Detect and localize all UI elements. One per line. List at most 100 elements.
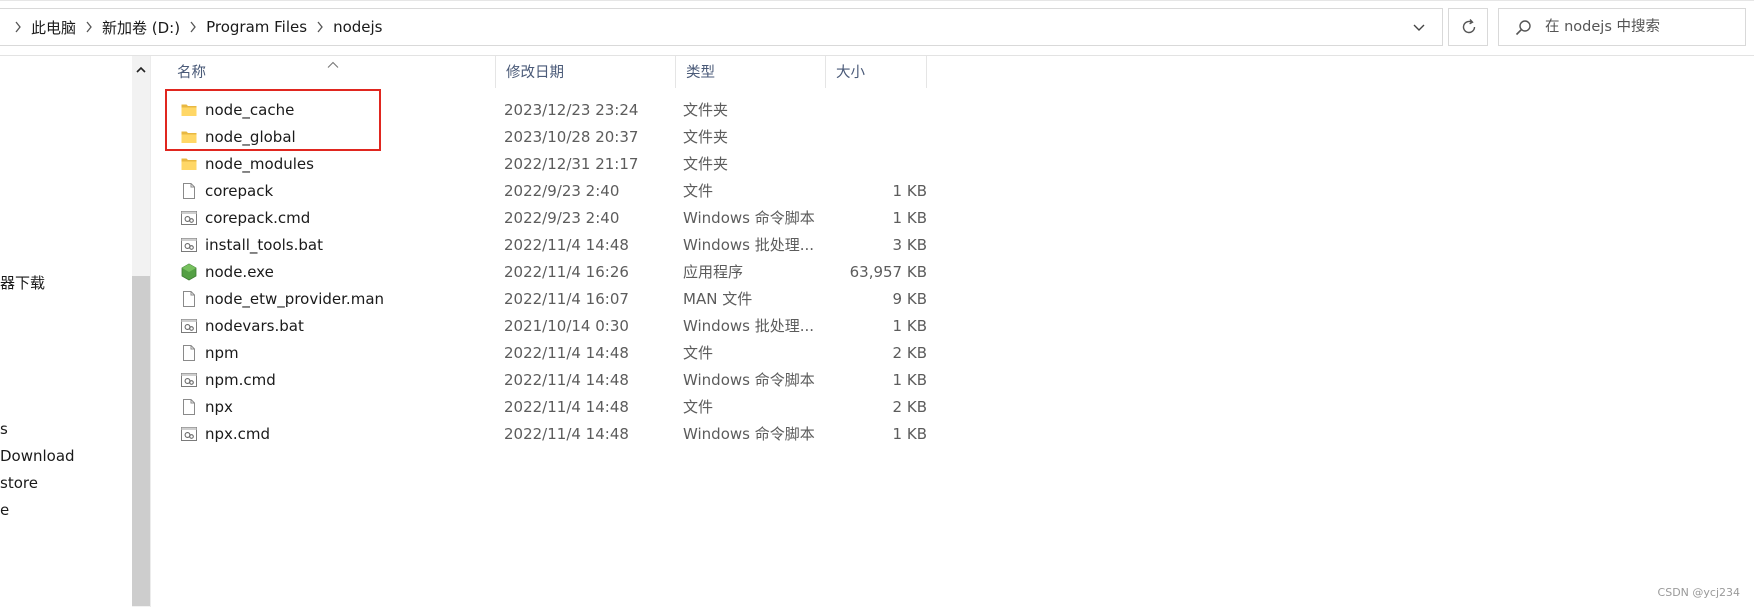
file-name: node_global (205, 128, 296, 146)
script-icon (180, 425, 198, 443)
column-header-type[interactable]: 类型 (676, 56, 826, 88)
file-type: 应用程序 (683, 263, 744, 281)
script-icon (180, 209, 198, 227)
chevron-right-icon[interactable] (313, 21, 327, 33)
search-icon (1515, 20, 1531, 36)
column-headers: 名称 修改日期 类型 大小 (151, 56, 1754, 88)
file-row[interactable]: node.exe 2022/11/4 16:26 应用程序 63,957 KB (151, 259, 931, 286)
column-header-date[interactable]: 修改日期 (496, 56, 676, 88)
search-input[interactable] (1545, 16, 1735, 38)
file-icon (180, 290, 198, 308)
nav-scrollbar[interactable] (132, 56, 150, 607)
file-date: 2022/11/4 16:07 (504, 290, 629, 308)
breadcrumb-item-drive-d[interactable]: 新加卷 (D:) (102, 17, 180, 38)
file-list: node_cache 2023/12/23 23:24 文件夹 node_global… (151, 97, 931, 448)
breadcrumb-item-nodejs[interactable]: nodejs (333, 18, 382, 36)
file-size: 3 KB (892, 236, 927, 254)
scrollbar-thumb[interactable] (132, 276, 150, 606)
file-date: 2022/9/23 2:40 (504, 209, 620, 227)
search-box[interactable] (1498, 8, 1746, 46)
node-app-icon (180, 263, 198, 281)
file-name: corepack.cmd (205, 209, 311, 227)
file-name: node_modules (205, 155, 314, 173)
chevron-right-icon[interactable] (82, 21, 96, 33)
folder-icon (180, 128, 198, 146)
nav-item-store[interactable]: store (0, 474, 38, 492)
file-type: Windows 批处理... (683, 317, 815, 335)
file-date: 2022/11/4 14:48 (504, 425, 629, 443)
chevron-right-icon[interactable] (11, 21, 25, 33)
chevron-up-icon[interactable] (135, 61, 147, 73)
file-size: 1 KB (892, 317, 927, 335)
file-date: 2022/11/4 14:48 (504, 236, 629, 254)
file-row[interactable]: node_modules 2022/12/31 21:17 文件夹 (151, 151, 931, 178)
nav-item-downloads[interactable]: 器下载 (0, 272, 45, 293)
file-row[interactable]: node_global 2023/10/28 20:37 文件夹 (151, 124, 931, 151)
file-size: 1 KB (892, 182, 927, 200)
file-row[interactable]: corepack.cmd 2022/9/23 2:40 Windows 命令脚本 1 … (151, 205, 931, 232)
file-date: 2021/10/14 0:30 (504, 317, 629, 335)
file-icon (180, 344, 198, 362)
file-size: 2 KB (892, 398, 927, 416)
file-row[interactable]: npm.cmd 2022/11/4 14:48 Windows 命令脚本 1 KB (151, 367, 931, 394)
nav-item-download[interactable]: Download (0, 447, 75, 465)
breadcrumb-item-program-files[interactable]: Program Files (206, 18, 307, 36)
refresh-button[interactable] (1448, 8, 1488, 46)
chevron-down-icon[interactable] (1409, 17, 1429, 37)
file-name: npm (205, 344, 239, 362)
file-date: 2022/11/4 16:26 (504, 263, 629, 281)
file-size: 1 KB (892, 371, 927, 389)
file-type: 文件 (683, 398, 714, 416)
file-size: 9 KB (892, 290, 927, 308)
address-bar[interactable]: 此电脑 新加卷 (D:) Program Files nodejs (0, 8, 1443, 46)
file-row[interactable]: corepack 2022/9/23 2:40 文件 1 KB (151, 178, 931, 205)
refresh-icon (1462, 19, 1476, 34)
nav-item-s[interactable]: s (0, 420, 8, 438)
file-type: Windows 命令脚本 (683, 209, 815, 227)
file-type: MAN 文件 (683, 290, 753, 308)
file-size: 2 KB (892, 344, 927, 362)
nav-item-e[interactable]: e (0, 501, 9, 519)
file-size: 63,957 KB (849, 263, 927, 281)
watermark: CSDN @ycj234 (1657, 586, 1740, 599)
chevron-right-icon[interactable] (186, 21, 200, 33)
file-date: 2023/10/28 20:37 (504, 128, 639, 146)
file-name: npx (205, 398, 233, 416)
file-name: node_etw_provider.man (205, 290, 385, 308)
address-toolbar: 此电脑 新加卷 (D:) Program Files nodejs (0, 0, 1754, 56)
file-date: 2022/11/4 14:48 (504, 371, 629, 389)
file-date: 2022/12/31 21:17 (504, 155, 639, 173)
file-type: Windows 命令脚本 (683, 425, 815, 443)
file-icon (180, 182, 198, 200)
file-type: Windows 批处理... (683, 236, 815, 254)
breadcrumb: 此电脑 新加卷 (D:) Program Files nodejs (5, 9, 383, 45)
window-top-edge (0, 0, 1754, 1)
file-row[interactable]: npm 2022/11/4 14:48 文件 2 KB (151, 340, 931, 367)
breadcrumb-item-this-pc[interactable]: 此电脑 (31, 17, 76, 38)
file-name: npx.cmd (205, 425, 271, 443)
file-size: 1 KB (892, 425, 927, 443)
file-type: 文件 (683, 182, 714, 200)
file-type: 文件夹 (683, 128, 729, 146)
file-row[interactable]: install_tools.bat 2022/11/4 14:48 Windows … (151, 232, 931, 259)
file-icon (180, 398, 198, 416)
file-date: 2022/11/4 14:48 (504, 398, 629, 416)
folder-icon (180, 101, 198, 119)
file-row[interactable]: npx 2022/11/4 14:48 文件 2 KB (151, 394, 931, 421)
navigation-pane: 器下载 s Download store e (0, 56, 132, 607)
file-size: 1 KB (892, 209, 927, 227)
file-date: 2022/9/23 2:40 (504, 182, 620, 200)
file-name: npm.cmd (205, 371, 276, 389)
file-name: install_tools.bat (205, 236, 323, 254)
file-row[interactable]: node_etw_provider.man 2022/11/4 16:07 MAN … (151, 286, 931, 313)
column-header-name[interactable]: 名称 (151, 56, 496, 88)
file-name: node_cache (205, 101, 295, 119)
file-row[interactable]: node_cache 2023/12/23 23:24 文件夹 (151, 97, 931, 124)
script-icon (180, 317, 198, 335)
file-row[interactable]: npx.cmd 2022/11/4 14:48 Windows 命令脚本 1 KB (151, 421, 931, 448)
file-date: 2023/12/23 23:24 (504, 101, 639, 119)
file-type: Windows 命令脚本 (683, 371, 815, 389)
file-row[interactable]: nodevars.bat 2021/10/14 0:30 Windows 批处理..… (151, 313, 931, 340)
script-icon (180, 236, 198, 254)
column-header-size[interactable]: 大小 (826, 56, 927, 88)
